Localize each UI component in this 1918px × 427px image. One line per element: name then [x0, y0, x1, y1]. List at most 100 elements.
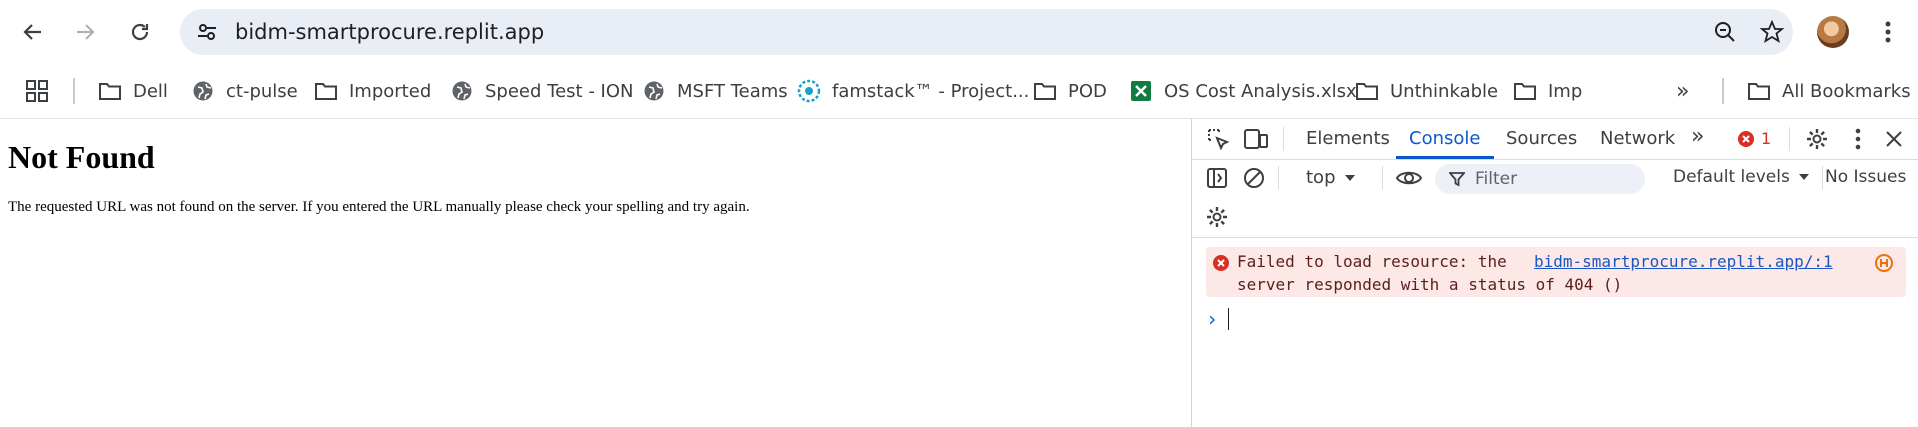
folder-icon	[97, 78, 123, 104]
more-vertical-icon[interactable]	[1844, 125, 1872, 153]
caret-down-icon	[1798, 174, 1809, 180]
browser-toolbar: bidm-smartprocure.replit.app	[0, 0, 1918, 66]
site-info-icon[interactable]	[192, 17, 222, 47]
bookmark-imported[interactable]: Imported	[313, 76, 431, 106]
console-settings-gear-icon[interactable]	[1203, 203, 1231, 231]
bookmark-label: POD	[1068, 80, 1107, 102]
bookmark-imp[interactable]: Imp	[1512, 76, 1582, 106]
more-tabs-button[interactable]: »	[1691, 124, 1704, 149]
device-toolbar-icon[interactable]	[1242, 125, 1270, 153]
error-icon	[1738, 130, 1754, 147]
clear-console-icon[interactable]	[1240, 164, 1268, 192]
zoom-icon[interactable]	[1710, 17, 1740, 47]
console-settings-row	[1192, 197, 1918, 238]
globe-icon	[190, 78, 216, 104]
all-bookmarks-label: All Bookmarks	[1782, 80, 1911, 102]
devtools-panel: Elements Console Sources Network » 1 top	[1191, 119, 1918, 427]
famstack-icon	[796, 78, 822, 104]
page-heading: Not Found	[8, 139, 155, 175]
bookmark-label: Imported	[349, 80, 432, 102]
filter-divider	[1382, 166, 1383, 190]
bookmark-pod[interactable]: POD	[1032, 76, 1107, 106]
devtools-tabbar: Elements Console Sources Network » 1	[1192, 119, 1918, 160]
close-icon[interactable]	[1880, 125, 1908, 153]
log-levels-dropdown[interactable]: Default levels	[1673, 167, 1810, 187]
more-vertical-icon	[1885, 21, 1891, 43]
console-filter-bar: top Filter Default levels No Issues	[1192, 159, 1918, 197]
bookmark-unthinkable[interactable]: Unthinkable	[1354, 76, 1498, 106]
context-selector[interactable]: top	[1306, 167, 1356, 188]
reload-icon	[131, 23, 149, 41]
back-button[interactable]	[13, 12, 53, 52]
arrow-right-icon	[77, 24, 95, 40]
apps-button[interactable]	[25, 76, 49, 106]
ai-insights-icon[interactable]	[1874, 253, 1894, 273]
forward-button[interactable]	[65, 12, 105, 52]
apps-grid-icon	[26, 80, 48, 102]
filter-icon	[1449, 172, 1465, 187]
bookmarks-separator	[1722, 78, 1724, 104]
filter-divider	[1278, 166, 1279, 190]
issues-button[interactable]: No Issues	[1825, 167, 1906, 187]
browser-menu-button[interactable]	[1868, 12, 1908, 52]
console-error-message: Failed to load resource: the bidm-smartp…	[1206, 247, 1906, 297]
error-text-line1: Failed to load resource: the	[1237, 252, 1507, 271]
error-counter[interactable]: 1	[1737, 129, 1771, 148]
bookmark-dell[interactable]: Dell	[97, 76, 168, 106]
bookmark-label: Imp	[1548, 80, 1583, 102]
bookmark-star-icon[interactable]	[1757, 17, 1787, 47]
chevron-double-right-icon: »	[1676, 78, 1690, 104]
live-expression-eye-icon[interactable]	[1395, 164, 1423, 192]
folder-icon	[1032, 78, 1058, 104]
bookmark-label: famstack™ - Project...	[832, 80, 1030, 102]
bookmark-msft-teams[interactable]: MSFT Teams	[641, 76, 788, 106]
bookmarks-overflow-button[interactable]: »	[1676, 76, 1689, 106]
tab-divider	[1789, 127, 1790, 151]
bookmark-label: ct-pulse	[226, 80, 298, 102]
folder-icon	[1512, 78, 1538, 104]
bookmark-label: OS Cost Analysis.xlsx	[1164, 80, 1357, 102]
context-label: top	[1306, 167, 1336, 188]
tab-divider	[1283, 127, 1284, 151]
page-message: The requested URL was not found on the s…	[8, 199, 750, 215]
bookmark-os-cost-analysis[interactable]: OS Cost Analysis.xlsx	[1128, 76, 1357, 106]
globe-icon	[641, 78, 667, 104]
bookmark-label: MSFT Teams	[677, 80, 788, 102]
filter-divider	[1822, 166, 1823, 190]
excel-icon	[1128, 78, 1154, 104]
tab-network[interactable]: Network	[1600, 128, 1675, 149]
bookmarks-separator	[73, 78, 75, 104]
settings-gear-icon[interactable]	[1803, 125, 1831, 153]
bookmarks-bar: Dell ct-pulse Imported Speed Test - ION …	[0, 66, 1918, 119]
globe-icon	[449, 78, 475, 104]
error-source-link[interactable]: bidm-smartprocure.replit.app/:1	[1534, 252, 1833, 271]
tab-elements[interactable]: Elements	[1306, 128, 1390, 149]
console-filter-input[interactable]: Filter	[1435, 164, 1645, 194]
console-prompt[interactable]: ›	[1206, 307, 1230, 331]
error-icon	[1213, 255, 1229, 271]
bookmark-ct-pulse[interactable]: ct-pulse	[190, 76, 298, 106]
page-content: Not Found The requested URL was not foun…	[0, 119, 1191, 427]
folder-icon	[313, 78, 339, 104]
tab-console[interactable]: Console	[1409, 128, 1480, 149]
arrow-left-icon	[23, 24, 41, 40]
bookmark-label: Unthinkable	[1390, 80, 1499, 102]
inspect-element-icon[interactable]	[1204, 125, 1232, 153]
url-text[interactable]: bidm-smartprocure.replit.app	[235, 20, 544, 44]
profile-avatar[interactable]	[1817, 16, 1849, 48]
error-text-line2: server responded with a status of 404 ()	[1237, 275, 1623, 294]
sidebar-toggle-icon[interactable]	[1203, 164, 1231, 192]
bookmark-famstack[interactable]: famstack™ - Project...	[796, 76, 1029, 106]
bookmark-label: Speed Test - ION	[485, 80, 634, 102]
log-levels-label: Default levels	[1673, 167, 1790, 187]
folder-icon	[1746, 78, 1772, 104]
bookmark-speed-test[interactable]: Speed Test - ION	[449, 76, 633, 106]
all-bookmarks-button[interactable]: All Bookmarks	[1746, 76, 1911, 106]
reload-button[interactable]	[120, 12, 160, 52]
address-bar[interactable]: bidm-smartprocure.replit.app	[180, 9, 1793, 55]
error-count: 1	[1761, 129, 1772, 148]
bookmark-label: Dell	[133, 80, 168, 102]
caret-down-icon	[1344, 174, 1355, 181]
tab-sources[interactable]: Sources	[1506, 128, 1577, 149]
text-cursor	[1228, 308, 1230, 330]
